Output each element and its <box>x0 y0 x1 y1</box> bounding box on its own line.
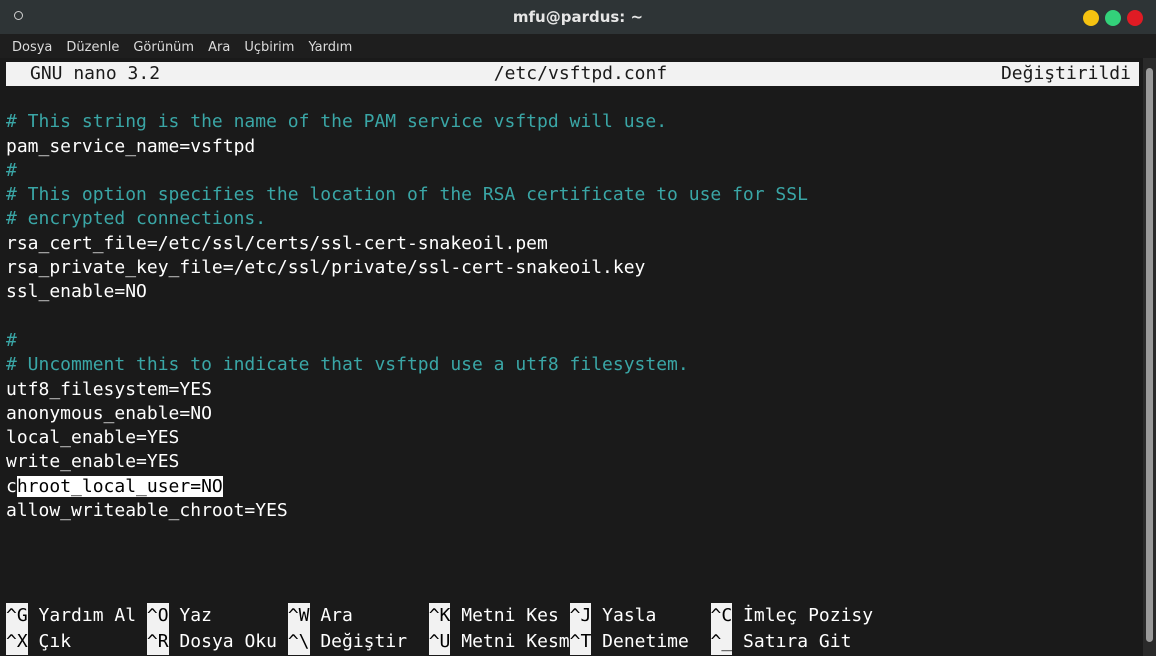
editor-line[interactable]: # <box>0 329 1143 353</box>
window-menu-icon[interactable] <box>14 11 23 20</box>
menu-ucbirim[interactable]: Uçbirim <box>244 40 294 58</box>
shortcut-item: ^G Yardım Al <box>6 603 147 629</box>
editor-line[interactable]: # This string is the name of the PAM ser… <box>0 110 1143 134</box>
shortcut-row: ^X Çık ^R Dosya Oku ^\ Değiştir ^U Metni… <box>0 629 1143 655</box>
shortcut-item: ^W Ara <box>287 603 429 629</box>
editor-content[interactable]: # This string is the name of the PAM ser… <box>0 86 1143 523</box>
shortcut-label: Metni Kes <box>450 605 570 626</box>
shortcut-key: ^C <box>710 603 733 629</box>
scrollbar[interactable] <box>1143 58 1156 656</box>
menu-bar: Dosya Düzenle Görünüm Ara Uçbirim Yardım <box>0 34 1156 58</box>
selected-text[interactable]: hroot_local_user=NO <box>16 475 223 497</box>
shortcut-label: Ara <box>309 605 429 626</box>
editor-line[interactable]: pam_service_name=vsftpd <box>0 135 1143 159</box>
shortcut-label: Değiştir <box>309 631 429 652</box>
editor-line[interactable]: # This option specifies the location of … <box>0 183 1143 207</box>
shortcut-label: Yaz <box>168 605 288 626</box>
shortcut-label: Denetime <box>591 631 711 652</box>
shortcut-key: ^T <box>569 629 592 655</box>
terminal-area[interactable]: GNU nano 3.2 /etc/vsftpd.conf Değiştiril… <box>0 58 1143 656</box>
shortcut-item: ^C İmleç Pozisy <box>710 603 874 629</box>
close-button[interactable] <box>1127 10 1143 26</box>
nano-shortcuts: ^G Yardım Al ^O Yaz ^W Ara ^K Metni Kes … <box>0 603 1143 655</box>
editor-line[interactable] <box>0 86 1143 110</box>
editor-line[interactable]: # Uncomment this to indicate that vsftpd… <box>0 353 1143 377</box>
editor-line[interactable]: # <box>0 159 1143 183</box>
menu-dosya[interactable]: Dosya <box>12 40 52 58</box>
editor-line[interactable]: ssl_enable=NO <box>0 280 1143 304</box>
editor-line[interactable]: chroot_local_user=NO <box>0 475 1143 499</box>
shortcut-key: ^\ <box>287 629 310 655</box>
shortcut-item: ^O Yaz <box>146 603 288 629</box>
editor-line[interactable] <box>0 305 1143 329</box>
shortcut-label: Çık <box>27 631 147 652</box>
shortcut-item: ^U Metni Kesm <box>428 629 570 655</box>
shortcut-key: ^X <box>6 629 28 655</box>
nano-filename: /etc/vsftpd.conf <box>493 63 668 84</box>
menu-duzenle[interactable]: Düzenle <box>66 40 119 58</box>
shortcut-row: ^G Yardım Al ^O Yaz ^W Ara ^K Metni Kes … <box>0 603 1143 629</box>
shortcut-item: ^_ Satıra Git <box>710 629 852 655</box>
window-title: mfu@pardus: ~ <box>512 8 644 26</box>
shortcut-key: ^G <box>6 603 28 629</box>
editor-line[interactable]: write_enable=YES <box>0 450 1143 474</box>
maximize-button[interactable] <box>1105 10 1121 26</box>
menu-ara[interactable]: Ara <box>208 40 230 58</box>
editor-line[interactable]: allow_writeable_chroot=YES <box>0 499 1143 523</box>
shortcut-label: Satıra Git <box>732 631 852 652</box>
title-bar[interactable]: mfu@pardus: ~ <box>0 0 1156 34</box>
shortcut-label: Yasla <box>591 605 711 626</box>
nano-status: Değiştirildi <box>1000 63 1131 84</box>
shortcut-item: ^X Çık <box>6 629 147 655</box>
shortcut-key: ^W <box>287 603 310 629</box>
shortcut-label: İmleç Pozisy <box>732 605 874 626</box>
shortcut-key: ^_ <box>710 629 733 655</box>
scrollbar-thumb[interactable] <box>1146 68 1153 642</box>
shortcut-key: ^R <box>146 629 169 655</box>
shortcut-key: ^K <box>428 603 451 629</box>
menu-gorunum[interactable]: Görünüm <box>133 40 194 58</box>
shortcut-item: ^J Yasla <box>569 603 711 629</box>
terminal-window: mfu@pardus: ~ Dosya Düzenle Görünüm Ara … <box>0 0 1156 656</box>
shortcut-key: ^J <box>569 603 592 629</box>
shortcut-item: ^K Metni Kes <box>428 603 570 629</box>
shortcut-key: ^U <box>428 629 451 655</box>
editor-line[interactable]: rsa_private_key_file=/etc/ssl/private/ss… <box>0 256 1143 280</box>
shortcut-item: ^\ Değiştir <box>287 629 429 655</box>
editor-line[interactable]: anonymous_enable=NO <box>0 402 1143 426</box>
menu-yardim[interactable]: Yardım <box>308 40 352 58</box>
editor-line[interactable]: local_enable=YES <box>0 426 1143 450</box>
nano-header: GNU nano 3.2 /etc/vsftpd.conf Değiştiril… <box>6 62 1139 86</box>
editor-line[interactable]: # encrypted connections. <box>0 207 1143 231</box>
shortcut-item: ^T Denetime <box>569 629 711 655</box>
editor-line[interactable]: rsa_cert_file=/etc/ssl/certs/ssl-cert-sn… <box>0 232 1143 256</box>
shortcut-label: Yardım Al <box>27 605 147 626</box>
editor-line[interactable]: utf8_filesystem=YES <box>0 378 1143 402</box>
shortcut-label: Dosya Oku <box>168 631 288 652</box>
minimize-button[interactable] <box>1083 10 1099 26</box>
nano-version: GNU nano 3.2 <box>30 63 161 84</box>
shortcut-label: Metni Kesm <box>450 631 570 652</box>
shortcut-key: ^O <box>146 603 169 629</box>
shortcut-item: ^R Dosya Oku <box>146 629 288 655</box>
line-prefix: c <box>6 475 17 497</box>
